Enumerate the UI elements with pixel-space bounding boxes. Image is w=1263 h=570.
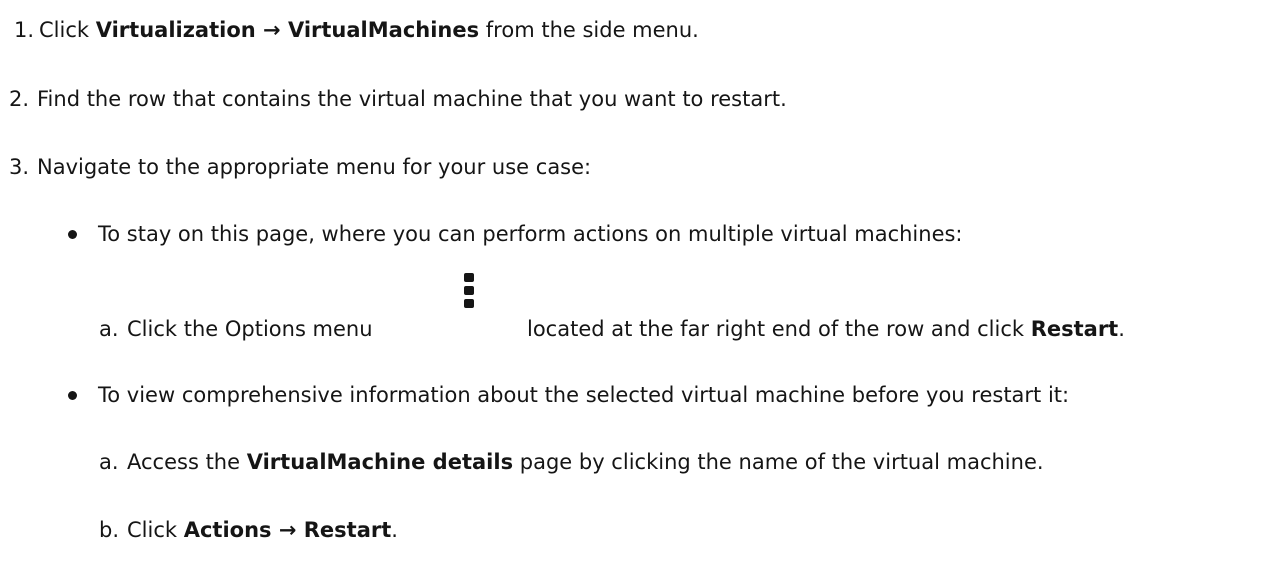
bullet-icon (68, 230, 77, 239)
substep-b-bold-restart: Restart (303, 518, 392, 542)
step-3-text: Navigate to the appropriate menu for you… (37, 155, 592, 179)
substep-b-text: Click Actions → Restart. (127, 516, 398, 544)
substep-a-pre: Access the (127, 450, 247, 474)
substep-b-end: . (391, 518, 398, 542)
substep-a-post: page by clicking the name of the virtual… (513, 450, 1044, 474)
substep-a-marker: a. (99, 450, 119, 474)
substep-a-pre: Click the Options menu (127, 317, 373, 341)
substep-b-arrow: → (271, 518, 304, 542)
option-2-text: To view comprehensive information about … (98, 383, 1070, 407)
substep-a-marker: a. (99, 317, 119, 341)
substep-a-post: located at the far right end of the row … (527, 315, 1125, 343)
step-1-text: Click Virtualization → VirtualMachines f… (39, 16, 699, 44)
substep-b-bold-actions: Actions (183, 518, 272, 542)
kebab-menu-icon (464, 273, 474, 308)
step-2-marker: 2. (9, 87, 30, 111)
option-1-text: To stay on this page, where you can perf… (98, 222, 963, 246)
step-1-marker: 1. (14, 18, 35, 42)
substep-b-marker: b. (99, 518, 120, 542)
substep-a-bold-vm-details: VirtualMachine details (246, 450, 514, 474)
substep-a-bold-restart: Restart (1030, 317, 1119, 341)
substep-b-pre: Click (127, 518, 184, 542)
step-1-bold-virtualization: Virtualization (95, 18, 256, 42)
step-2-text: Find the row that contains the virtual m… (37, 87, 787, 111)
step-1-post: from the side menu. (479, 18, 699, 42)
step-1-bold-virtualmachines: VirtualMachines (287, 18, 480, 42)
step-1-pre: Click (39, 18, 96, 42)
substep-a-post-text: located at the far right end of the row … (527, 317, 1031, 341)
substep-a-text: Access the VirtualMachine details page b… (127, 448, 1044, 476)
step-1-arrow: → (255, 18, 288, 42)
bullet-icon (68, 391, 77, 400)
step-3-marker: 3. (9, 155, 30, 179)
substep-a-end: . (1118, 317, 1125, 341)
